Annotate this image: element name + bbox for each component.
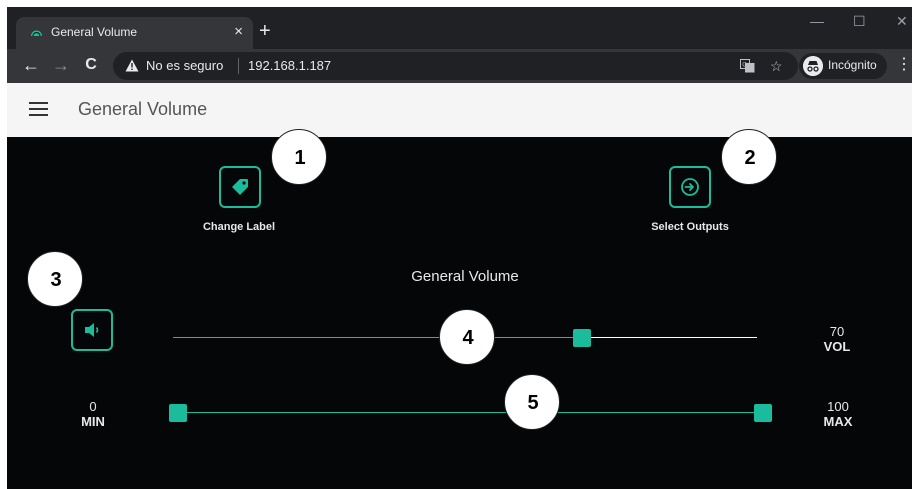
volume-section-title: General Volume [411, 268, 519, 285]
browser-toolbar: ← → C No es seguro 192.168.1.187 G ☆ Inc… [7, 49, 912, 83]
url-divider [238, 58, 239, 74]
volume-unit: VOL [823, 339, 851, 354]
volume-slider-thumb[interactable] [572, 329, 591, 347]
change-label-button[interactable] [219, 166, 261, 208]
tab-title: General Volume [51, 25, 138, 39]
range-max-readout: 100 MAX [824, 399, 853, 429]
new-tab-button[interactable]: + [259, 20, 271, 42]
tab-close-icon[interactable]: × [234, 23, 243, 41]
hamburger-menu-icon[interactable] [29, 102, 48, 117]
back-icon[interactable]: ← [20, 54, 42, 76]
change-label-text[interactable]: Change Label [203, 221, 275, 233]
speaker-icon [85, 323, 99, 337]
callout-marker-3: 3 [27, 251, 83, 307]
select-outputs-text[interactable]: Select Outputs [651, 221, 729, 233]
range-min-value: 0 [89, 399, 97, 414]
callout-marker-2: 2 [721, 129, 777, 185]
range-min-readout: 0 MIN [81, 399, 105, 429]
range-max-label: MAX [823, 414, 853, 429]
range-max-thumb[interactable] [754, 404, 772, 422]
incognito-profile-button[interactable]: Incógnito [799, 53, 887, 79]
select-outputs-button[interactable] [669, 166, 711, 208]
volume-readout: 70 VOL [824, 324, 851, 354]
browser-window: General Volume × + — ☐ ✕ ← → C No es seg… [7, 7, 912, 489]
output-sign-in-icon [681, 178, 699, 196]
favicon-icon [31, 30, 42, 37]
range-track[interactable] [187, 412, 757, 413]
range-min-thumb[interactable] [169, 404, 187, 422]
range-min-label: MIN [81, 414, 105, 429]
window-close-icon[interactable]: ✕ [896, 13, 908, 29]
volume-track-filled[interactable] [173, 337, 582, 338]
callout-marker-5: 5 [504, 374, 560, 430]
translate-icon[interactable]: G [740, 59, 755, 73]
warning-icon [125, 59, 139, 72]
volume-track-remaining[interactable] [581, 337, 757, 338]
minimize-icon[interactable]: — [810, 13, 824, 29]
profile-label: Incógnito [828, 58, 877, 72]
browser-menu-icon[interactable]: ⋮ [896, 55, 912, 75]
page-title: General Volume [78, 99, 208, 119]
maximize-icon[interactable]: ☐ [853, 13, 866, 29]
range-max-value: 100 [827, 399, 849, 414]
app-header: General Volume [7, 83, 912, 137]
security-status[interactable]: No es seguro [146, 58, 223, 73]
svg-text:G: G [742, 63, 747, 69]
incognito-icon [803, 56, 823, 76]
bookmark-star-icon[interactable]: ☆ [770, 58, 783, 74]
forward-icon[interactable]: → [50, 54, 72, 76]
reload-icon[interactable]: C [80, 54, 102, 76]
volume-value: 70 [829, 324, 845, 339]
tag-icon [232, 179, 248, 195]
browser-tab[interactable]: General Volume × [16, 17, 253, 49]
tab-strip: General Volume × + — ☐ ✕ [7, 7, 912, 49]
callout-marker-1: 1 [271, 129, 327, 185]
url-text[interactable]: 192.168.1.187 [248, 58, 331, 73]
address-bar[interactable]: No es seguro 192.168.1.187 G ☆ [113, 52, 798, 80]
callout-marker-4: 4 [439, 309, 495, 365]
mute-button[interactable] [71, 309, 113, 351]
